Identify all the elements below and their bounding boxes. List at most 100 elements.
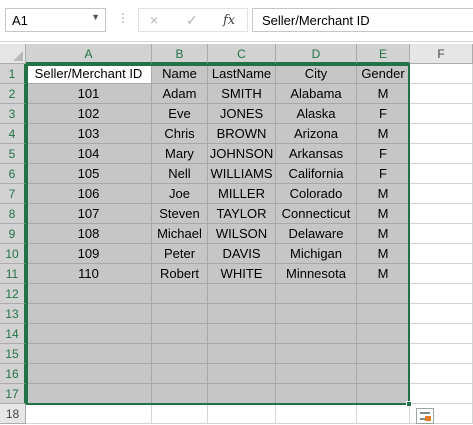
cell-a5[interactable]: 104: [26, 144, 152, 164]
cell-c17[interactable]: [208, 384, 276, 404]
cell-c13[interactable]: [208, 304, 276, 324]
cell-b2[interactable]: Adam: [152, 84, 208, 104]
cell-c12[interactable]: [208, 284, 276, 304]
cell-e6[interactable]: F: [357, 164, 410, 184]
cell-e7[interactable]: M: [357, 184, 410, 204]
row-header-13[interactable]: 13: [0, 304, 26, 324]
cell-b6[interactable]: Nell: [152, 164, 208, 184]
column-header-e[interactable]: E: [357, 44, 410, 64]
row-header-7[interactable]: 7: [0, 184, 26, 204]
cell-f11[interactable]: [410, 264, 473, 284]
cell-b17[interactable]: [152, 384, 208, 404]
cell-e5[interactable]: F: [357, 144, 410, 164]
cell-d8[interactable]: Connecticut: [276, 204, 357, 224]
cell-e16[interactable]: [357, 364, 410, 384]
row-header-15[interactable]: 15: [0, 344, 26, 364]
cell-d5[interactable]: Arkansas: [276, 144, 357, 164]
cell-b11[interactable]: Robert: [152, 264, 208, 284]
insert-function-icon[interactable]: fx: [223, 13, 235, 28]
spreadsheet-grid[interactable]: ABCDEF 1 2 3 4 5 6 7 8 9 10 11 12 13 14 15 16 17 18 Selle…: [0, 42, 473, 425]
cell-f2[interactable]: [410, 84, 473, 104]
cell-a7[interactable]: 106: [26, 184, 152, 204]
cell-f4[interactable]: [410, 124, 473, 144]
cell-b9[interactable]: Michael: [152, 224, 208, 244]
cell-a10[interactable]: 109: [26, 244, 152, 264]
cell-e11[interactable]: M: [357, 264, 410, 284]
cell-b15[interactable]: [152, 344, 208, 364]
cell-f15[interactable]: [410, 344, 473, 364]
cell-d9[interactable]: Delaware: [276, 224, 357, 244]
cell-f14[interactable]: [410, 324, 473, 344]
row-header-6[interactable]: 6: [0, 164, 26, 184]
cell-a2[interactable]: 101: [26, 84, 152, 104]
cell-e1[interactable]: Gender: [357, 64, 410, 84]
cell-e3[interactable]: F: [357, 104, 410, 124]
cell-e8[interactable]: M: [357, 204, 410, 224]
cell-f3[interactable]: [410, 104, 473, 124]
cell-e13[interactable]: [357, 304, 410, 324]
cell-c6[interactable]: WILLIAMS: [208, 164, 276, 184]
row-header-10[interactable]: 10: [0, 244, 26, 264]
cell-b10[interactable]: Peter: [152, 244, 208, 264]
cell-f9[interactable]: [410, 224, 473, 244]
row-header-2[interactable]: 2: [0, 84, 26, 104]
cell-c4[interactable]: BROWN: [208, 124, 276, 144]
cell-a3[interactable]: 102: [26, 104, 152, 124]
cell-c11[interactable]: WHITE: [208, 264, 276, 284]
cell-d13[interactable]: [276, 304, 357, 324]
cell-b5[interactable]: Mary: [152, 144, 208, 164]
cell-a4[interactable]: 103: [26, 124, 152, 144]
column-header-a[interactable]: A: [26, 44, 152, 64]
cell-a17[interactable]: [26, 384, 152, 404]
cell-e18[interactable]: [357, 404, 410, 424]
column-header-f[interactable]: F: [410, 44, 473, 64]
chevron-down-icon[interactable]: ▼: [91, 12, 100, 22]
column-header-c[interactable]: C: [208, 44, 276, 64]
cell-c14[interactable]: [208, 324, 276, 344]
fill-handle[interactable]: [406, 401, 412, 407]
cell-a14[interactable]: [26, 324, 152, 344]
row-header-16[interactable]: 16: [0, 364, 26, 384]
cell-e14[interactable]: [357, 324, 410, 344]
cell-c16[interactable]: [208, 364, 276, 384]
formula-input[interactable]: Seller/Merchant ID: [252, 8, 473, 32]
cell-b18[interactable]: [152, 404, 208, 424]
cell-a12[interactable]: [26, 284, 152, 304]
cell-d15[interactable]: [276, 344, 357, 364]
formula-input-value[interactable]: Seller/Merchant ID: [262, 13, 370, 28]
cell-c5[interactable]: JOHNSON: [208, 144, 276, 164]
cell-d17[interactable]: [276, 384, 357, 404]
cell-d18[interactable]: [276, 404, 357, 424]
cell-e10[interactable]: M: [357, 244, 410, 264]
cell-a13[interactable]: [26, 304, 152, 324]
cell-e12[interactable]: [357, 284, 410, 304]
cell-b1[interactable]: Name: [152, 64, 208, 84]
cell-c7[interactable]: MILLER: [208, 184, 276, 204]
cell-a15[interactable]: [26, 344, 152, 364]
column-header-d[interactable]: D: [276, 44, 357, 64]
row-header-17[interactable]: 17: [0, 384, 26, 404]
cell-b7[interactable]: Joe: [152, 184, 208, 204]
enter-icon[interactable]: ✓: [186, 12, 198, 29]
cell-a16[interactable]: [26, 364, 152, 384]
cell-c9[interactable]: WILSON: [208, 224, 276, 244]
row-header-12[interactable]: 12: [0, 284, 26, 304]
cell-c18[interactable]: [208, 404, 276, 424]
cell-a1[interactable]: Seller/Merchant ID: [26, 64, 152, 84]
cell-d4[interactable]: Arizona: [276, 124, 357, 144]
cell-b8[interactable]: Steven: [152, 204, 208, 224]
cell-d12[interactable]: [276, 284, 357, 304]
cell-f16[interactable]: [410, 364, 473, 384]
cell-d3[interactable]: Alaska: [276, 104, 357, 124]
row-header-11[interactable]: 11: [0, 264, 26, 284]
cell-f17[interactable]: [410, 384, 473, 404]
cell-e9[interactable]: M: [357, 224, 410, 244]
cell-d16[interactable]: [276, 364, 357, 384]
cell-c15[interactable]: [208, 344, 276, 364]
row-header-4[interactable]: 4: [0, 124, 26, 144]
cell-c8[interactable]: TAYLOR: [208, 204, 276, 224]
cell-d1[interactable]: City: [276, 64, 357, 84]
row-header-3[interactable]: 3: [0, 104, 26, 124]
cancel-icon[interactable]: ×: [150, 12, 158, 28]
cell-b3[interactable]: Eve: [152, 104, 208, 124]
